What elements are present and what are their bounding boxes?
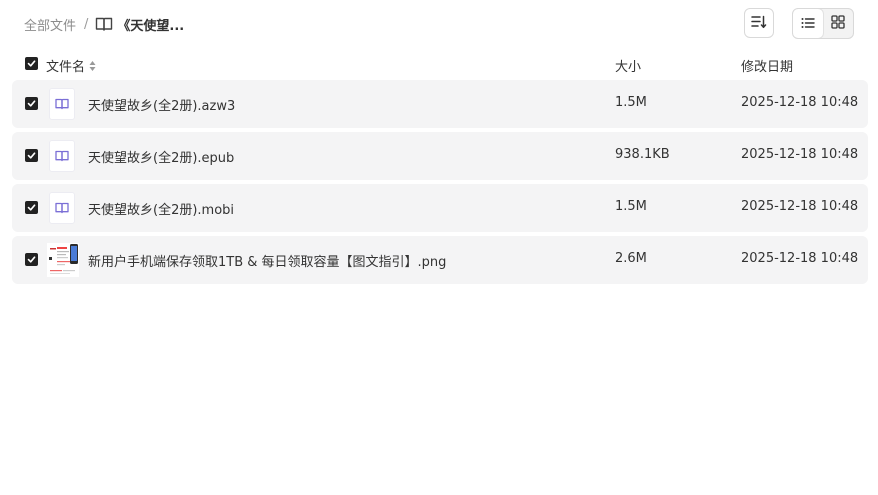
breadcrumb: 全部文件 / 《天使望... xyxy=(24,14,184,34)
file-name[interactable]: 天使望故乡(全2册).azw3 xyxy=(88,95,235,114)
row-checkbox[interactable] xyxy=(25,149,38,162)
image-thumbnail xyxy=(47,243,79,277)
column-header-name[interactable]: 文件名 xyxy=(46,56,96,75)
view-toggle xyxy=(792,8,854,39)
list-view-icon xyxy=(801,14,815,33)
file-date: 2025-12-18 10:48 xyxy=(741,95,859,110)
book-icon xyxy=(95,15,113,33)
file-date: 2025-12-18 10:48 xyxy=(741,147,859,162)
column-header-name-label: 文件名 xyxy=(46,60,86,75)
file-size: 2.6M xyxy=(615,251,647,266)
table-row[interactable]: 天使望故乡(全2册).epub 938.1KB 2025-12-18 10:48 xyxy=(12,132,868,180)
column-header-date: 修改日期 xyxy=(741,60,794,75)
book-icon xyxy=(49,192,75,224)
row-checkbox[interactable] xyxy=(25,97,38,110)
file-size: 938.1KB xyxy=(615,147,670,162)
file-name[interactable]: 天使望故乡(全2册).mobi xyxy=(88,199,234,218)
sort-button[interactable] xyxy=(744,8,774,38)
row-checkbox[interactable] xyxy=(25,201,38,214)
column-header-size: 大小 xyxy=(615,60,642,75)
file-name[interactable]: 新用户手机端保存领取1TB & 每日领取容量【图文指引】.png xyxy=(88,251,446,270)
book-icon xyxy=(49,140,75,172)
file-name[interactable]: 天使望故乡(全2册).epub xyxy=(88,147,234,166)
grid-view-icon xyxy=(831,14,845,33)
select-all-checkbox[interactable] xyxy=(25,57,38,70)
table-row[interactable]: 天使望故乡(全2册).azw3 1.5M 2025-12-18 10:48 xyxy=(12,80,868,128)
table-row[interactable]: 新用户手机端保存领取1TB & 每日领取容量【图文指引】.png 2.6M 20… xyxy=(12,236,868,284)
file-size: 1.5M xyxy=(615,95,647,110)
breadcrumb-current: 《天使望... xyxy=(117,18,185,34)
table-header: 文件名 大小 修改日期 xyxy=(12,50,868,78)
file-browser: 全部文件 / 《天使望... 文件名 大小 修改日期 天使望故乡(全2册).az… xyxy=(0,0,878,495)
row-checkbox[interactable] xyxy=(25,253,38,266)
sort-icon xyxy=(751,14,767,33)
book-icon xyxy=(49,88,75,120)
file-size: 1.5M xyxy=(615,199,647,214)
sort-caret-icon[interactable] xyxy=(89,60,96,72)
file-date: 2025-12-18 10:48 xyxy=(741,251,859,266)
breadcrumb-root-link[interactable]: 全部文件 xyxy=(24,15,76,34)
breadcrumb-separator: / xyxy=(84,16,89,32)
top-bar: 全部文件 / 《天使望... xyxy=(0,0,878,48)
list-view-button[interactable] xyxy=(793,9,823,38)
file-date: 2025-12-18 10:48 xyxy=(741,199,859,214)
grid-view-button[interactable] xyxy=(823,9,853,38)
table-row[interactable]: 天使望故乡(全2册).mobi 1.5M 2025-12-18 10:48 xyxy=(12,184,868,232)
